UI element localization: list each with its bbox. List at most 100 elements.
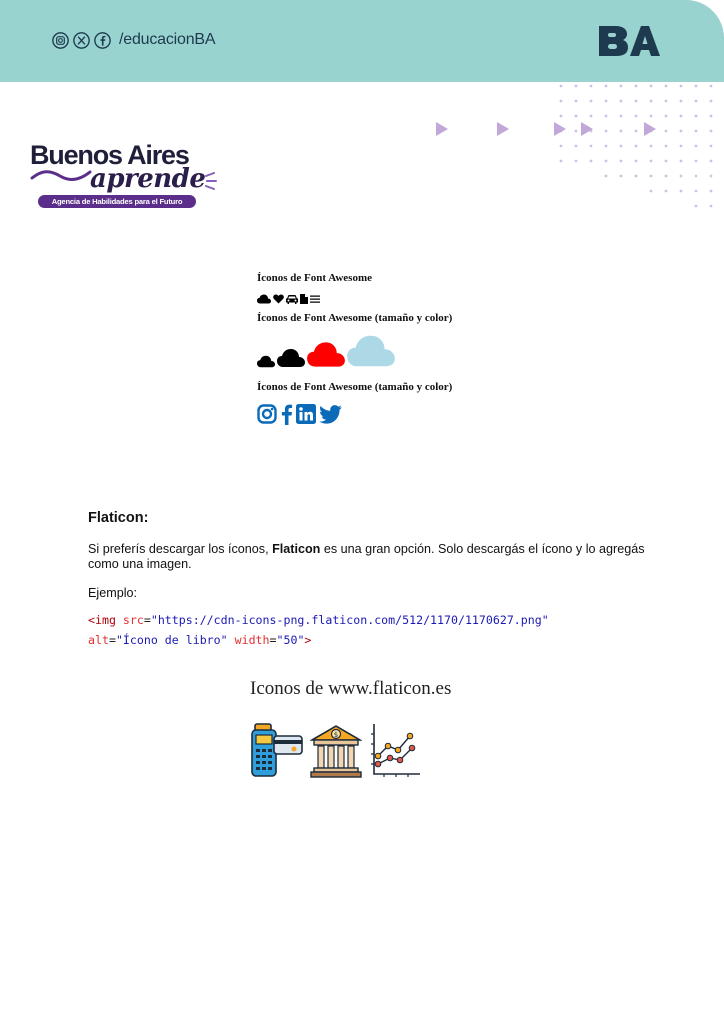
decorative-dot xyxy=(694,84,698,88)
decorative-dot xyxy=(694,99,698,103)
decorative-dot xyxy=(709,84,713,88)
fa-small-icons xyxy=(257,294,452,304)
code-tag: <img xyxy=(88,613,116,627)
decorative-dot xyxy=(559,84,563,88)
facebook-icon xyxy=(281,404,293,425)
code-value-src: "https://cdn-icons-png.flaticon.com/512/… xyxy=(150,613,549,627)
decorative-dot xyxy=(649,174,653,178)
heart-icon xyxy=(273,294,284,304)
arrow-icon xyxy=(436,122,448,136)
paragraph-bold: Flaticon xyxy=(272,542,321,556)
decorative-dot xyxy=(709,174,713,178)
decorative-dot xyxy=(709,159,713,163)
section-title: Flaticon: xyxy=(88,510,149,526)
decorative-dot xyxy=(709,99,713,103)
decorative-dot xyxy=(619,174,623,178)
decorative-dot xyxy=(679,84,683,88)
fa-heading-2: Íconos de Font Awesome (tamaño y color) xyxy=(257,312,453,324)
decorative-dot xyxy=(679,99,683,103)
decorative-dot xyxy=(709,189,713,193)
fa-sized-clouds xyxy=(257,334,452,368)
instagram-icon xyxy=(257,404,277,424)
arrow-icon xyxy=(581,122,593,136)
svg-text:$: $ xyxy=(334,731,338,739)
paragraph-text: Si preferís descargar los íconos, xyxy=(88,542,273,556)
decorative-dot xyxy=(589,114,593,118)
decorative-dot xyxy=(664,189,668,193)
decorative-dot xyxy=(589,159,593,163)
decorative-dot xyxy=(649,99,653,103)
fa-heading-1: Íconos de Font Awesome xyxy=(257,272,372,284)
decorative-dot xyxy=(649,114,653,118)
decorative-dot xyxy=(664,159,668,163)
decorative-dot xyxy=(574,84,578,88)
decorative-dot xyxy=(589,99,593,103)
flaticon-section: Flaticon: Si preferís descargar los ícon… xyxy=(88,510,648,650)
arrow-icon xyxy=(497,122,509,136)
code-attr-alt: alt xyxy=(88,633,109,647)
cloud-icon-small xyxy=(257,355,275,368)
decorative-dot xyxy=(559,99,563,103)
buenos-aires-aprende-logo: Buenos Aires aprende Agencia de Habilida… xyxy=(30,140,230,212)
decorative-dot xyxy=(664,144,668,148)
font-awesome-demo: Íconos de Font Awesome Íconos de Font Aw… xyxy=(257,272,452,425)
code-value-alt: "Ícono de libro" xyxy=(115,633,228,647)
facebook-icon[interactable] xyxy=(94,31,111,49)
decorative-dot xyxy=(694,144,698,148)
decorative-dot xyxy=(604,84,608,88)
decorative-dot xyxy=(604,99,608,103)
decorative-dot xyxy=(694,129,698,133)
file-icon xyxy=(300,294,308,304)
cloud-icon-lightblue xyxy=(347,335,395,367)
decorative-dot xyxy=(559,159,563,163)
decorative-dot xyxy=(559,144,563,148)
cloud-icon-medium xyxy=(277,349,305,367)
decorative-dot xyxy=(559,114,563,118)
social-links: /educacionBA xyxy=(52,31,216,49)
decorative-dot xyxy=(664,84,668,88)
decorative-dot xyxy=(649,159,653,163)
x-icon[interactable] xyxy=(73,31,90,49)
arrow-icon xyxy=(554,122,566,136)
decorative-dot xyxy=(604,114,608,118)
decorative-dot xyxy=(679,174,683,178)
social-handle: /educacionBA xyxy=(119,31,216,48)
decorative-dot xyxy=(619,159,623,163)
decorative-dot xyxy=(589,144,593,148)
code-attr-src: src xyxy=(122,613,144,627)
decorative-dot xyxy=(634,159,638,163)
example-label: Ejemplo: xyxy=(88,586,137,600)
decorative-dot xyxy=(634,84,638,88)
decorative-dot xyxy=(694,114,698,118)
decorative-dot xyxy=(694,174,698,178)
car-icon xyxy=(286,295,298,304)
header-band: /educacionBA xyxy=(0,0,724,82)
brand-tagline: Agencia de Habilidades para el Futuro xyxy=(38,195,196,208)
brand-swoosh xyxy=(30,170,92,181)
instagram-icon[interactable] xyxy=(52,31,69,49)
decorative-dot-grid xyxy=(559,84,713,208)
decorative-dot xyxy=(574,114,578,118)
decorative-dot xyxy=(604,144,608,148)
decorative-dot xyxy=(619,99,623,103)
code-attr-width: width xyxy=(234,633,270,647)
decorative-dot xyxy=(619,84,623,88)
decorative-dot xyxy=(649,189,653,193)
decorative-dot xyxy=(634,114,638,118)
decorative-dot xyxy=(709,144,713,148)
decorative-dot xyxy=(664,99,668,103)
bank-icon: $ xyxy=(310,725,362,778)
flaticon-demo-icons: $ xyxy=(250,722,422,778)
decorative-dot xyxy=(634,144,638,148)
decorative-dot xyxy=(604,159,608,163)
decorative-dot xyxy=(679,144,683,148)
decorative-dot xyxy=(574,99,578,103)
brand-accent xyxy=(205,172,217,190)
decorative-dot xyxy=(664,114,668,118)
card-terminal-icon xyxy=(251,723,303,777)
decorative-dot xyxy=(679,189,683,193)
fa-heading-3: Íconos de Font Awesome (tamaño y color) xyxy=(257,381,453,393)
decorative-dot xyxy=(679,129,683,133)
decorative-dot xyxy=(634,99,638,103)
code-example: <img src="https://cdn-icons-png.flaticon… xyxy=(88,613,549,647)
